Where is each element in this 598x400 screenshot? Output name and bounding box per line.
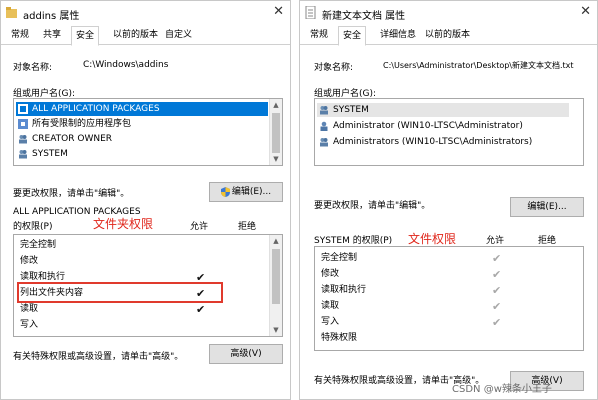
close-icon[interactable]: ✕ (580, 4, 591, 19)
users-icon (320, 138, 328, 147)
folder-icon (6, 7, 17, 18)
perm-label: SYSTEM 的权限(P) (314, 236, 393, 246)
tab-customize[interactable]: 自定义 (161, 28, 196, 43)
users-icon (320, 106, 328, 115)
perm-row: 完全控制 (20, 240, 57, 250)
allow-check-icon: ✔ (492, 316, 502, 329)
tab-security[interactable]: 安全 (338, 26, 367, 46)
change-hint: 要更改权限，请单击"编辑"。 (314, 201, 431, 211)
list-item[interactable]: SYSTEM (317, 103, 569, 117)
allow-check-icon: ✔ (492, 268, 502, 281)
users-icon (19, 135, 27, 144)
perm-label-line2: 的权限(P) (13, 222, 53, 232)
group-list[interactable]: ALL APPLICATION PACKAGES 所有受限制的应用程序包 CRE… (13, 98, 283, 166)
deny-header: 拒绝 (538, 236, 557, 246)
title-bar: 新建文本文档 属性 ✕ (300, 1, 597, 25)
deny-header: 拒绝 (238, 222, 257, 232)
addins-properties-window: addins 属性 ✕ 常规 共享 安全 以前的版本 自定义 对象名称: C:\… (0, 0, 291, 400)
group-list[interactable]: SYSTEM Administrator (WIN10-LTSC\Adminis… (314, 98, 584, 166)
folder-permission-annotation: 文件夹权限 (93, 217, 154, 231)
list-item[interactable]: SYSTEM (16, 147, 268, 161)
perm-row: 修改 (20, 256, 39, 266)
object-name-label: 对象名称: (314, 63, 354, 73)
edit-button[interactable]: 编辑(E)... (209, 182, 283, 202)
allow-header: 允许 (486, 236, 505, 246)
allow-header: 允许 (190, 222, 209, 232)
perm-row: 完全控制 (321, 253, 358, 263)
title-bar: addins 属性 ✕ (1, 1, 290, 25)
scrollbar[interactable]: ▲ ▼ (269, 235, 282, 336)
change-hint: 要更改权限，请单击"编辑"。 (13, 189, 130, 199)
tab-previous-versions[interactable]: 以前的版本 (109, 28, 162, 43)
perm-row: 读取和执行 (321, 285, 367, 295)
watermark: CSDN @w辣条小王子 (452, 384, 552, 395)
object-name-label: 对象名称: (13, 63, 53, 73)
list-item[interactable]: Administrators (WIN10-LTSC\Administrator… (317, 135, 569, 149)
package-icon (18, 104, 28, 114)
perm-row: 写入 (20, 320, 39, 330)
tab-sharing[interactable]: 共享 (39, 28, 65, 43)
object-name-value: C:\Windows\addins (83, 60, 169, 70)
user-icon (320, 121, 328, 131)
allow-check-icon: ✔ (492, 300, 502, 313)
perm-row: 读取 (20, 304, 39, 314)
tab-previous-versions[interactable]: 以前的版本 (421, 28, 474, 43)
close-icon[interactable]: ✕ (273, 4, 284, 19)
shield-icon (220, 186, 230, 197)
perm-row: 读取 (321, 301, 340, 311)
highlight-box (17, 282, 223, 303)
advanced-button[interactable]: 高级(V) (209, 344, 283, 364)
allow-check-icon: ✔ (196, 303, 206, 316)
allow-check-icon: ✔ (492, 284, 502, 297)
tab-bar: 常规 安全 详细信息 以前的版本 (300, 26, 597, 46)
file-permission-annotation: 文件权限 (408, 232, 457, 246)
tab-details[interactable]: 详细信息 (376, 28, 420, 43)
advanced-hint: 有关特殊权限或高级设置，请单击"高级"。 (13, 352, 184, 362)
users-icon (19, 150, 27, 159)
list-item[interactable]: Administrator (WIN10-LTSC\Administrator) (317, 119, 569, 133)
tab-bar: 常规 共享 安全 以前的版本 自定义 (1, 26, 290, 46)
list-item[interactable]: CREATOR OWNER (16, 132, 268, 146)
tab-general[interactable]: 常规 (7, 28, 33, 43)
window-title: 新建文本文档 属性 (322, 11, 406, 22)
file-properties-window: 新建文本文档 属性 ✕ 常规 安全 详细信息 以前的版本 对象名称: C:\Us… (299, 0, 598, 400)
object-name-value: C:\Users\Administrator\Desktop\新建文本文档.tx… (383, 61, 574, 70)
scrollbar[interactable]: ▲ ▼ (269, 99, 282, 165)
document-icon (305, 6, 316, 19)
package-icon (18, 119, 28, 129)
allow-check-icon: ✔ (492, 252, 502, 265)
window-title: addins 属性 (23, 11, 80, 22)
tab-general[interactable]: 常规 (306, 28, 332, 43)
list-item[interactable]: ALL APPLICATION PACKAGES (16, 102, 268, 116)
edit-button[interactable]: 编辑(E)... (510, 197, 584, 217)
tab-security[interactable]: 安全 (71, 26, 100, 46)
permission-list: 完全控制 修改 读取和执行 读取 写入 特殊权限 ✔ ✔ ✔ ✔ ✔ (314, 246, 584, 351)
perm-row: 写入 (321, 317, 340, 327)
list-item[interactable]: 所有受限制的应用程序包 (16, 117, 268, 131)
perm-row: 特殊权限 (321, 333, 358, 343)
perm-row: 修改 (321, 269, 340, 279)
